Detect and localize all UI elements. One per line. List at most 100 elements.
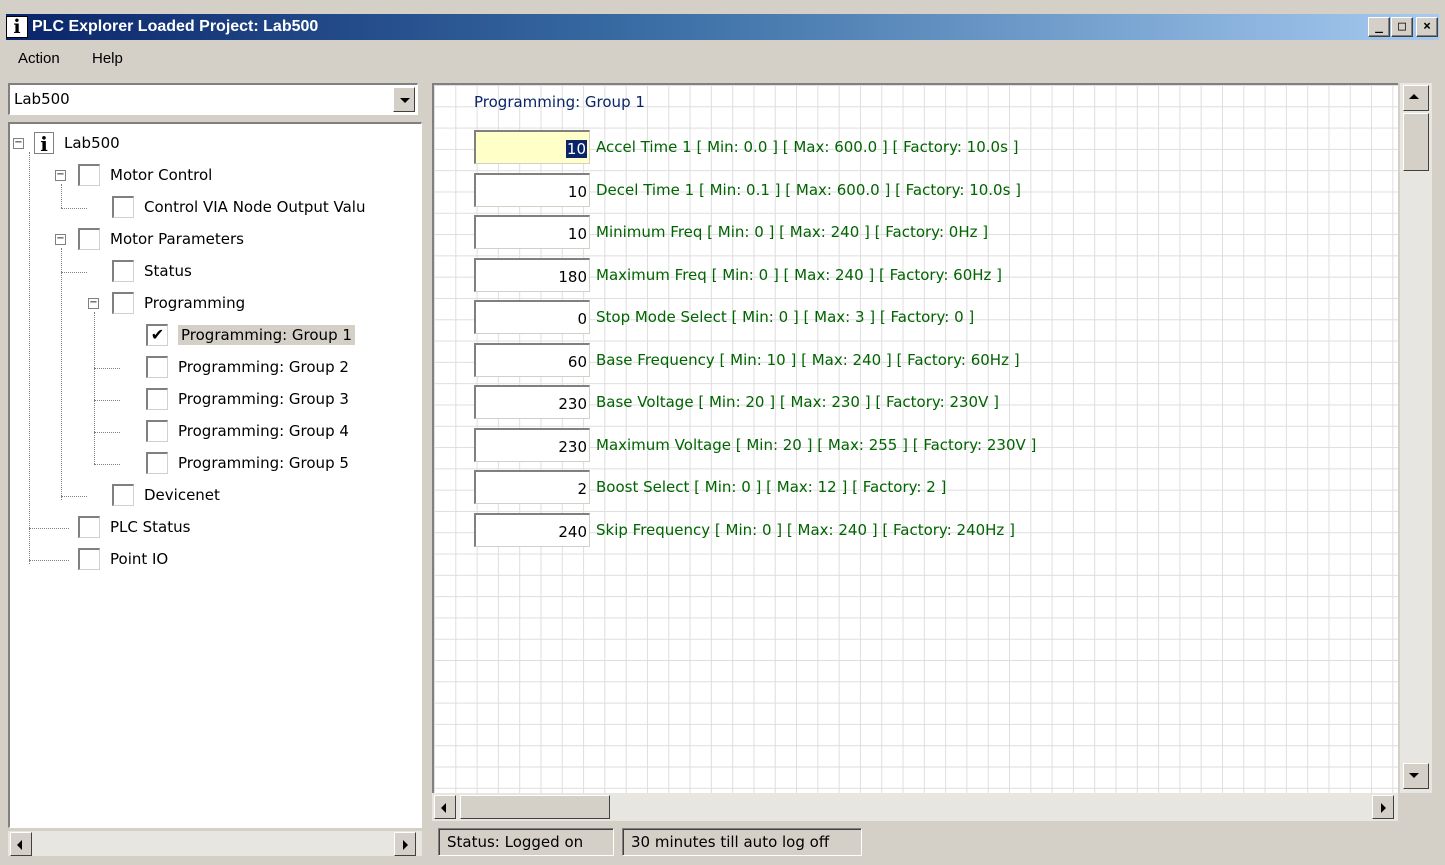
tree-item-devicenet[interactable]: Devicenet [112, 480, 220, 510]
checkbox[interactable] [146, 388, 168, 410]
decel-time-input[interactable]: 10 [474, 173, 590, 207]
tree-item-control-via-node[interactable]: Control VIA Node Output Valu [112, 192, 365, 222]
project-select[interactable]: Lab500 [8, 83, 418, 115]
checkbox[interactable] [78, 228, 100, 250]
checkbox[interactable] [112, 292, 134, 314]
param-label: Maximum Voltage [ Min: 20 ] [ Max: 255 ]… [596, 436, 1037, 454]
tree-line [29, 528, 69, 529]
chevron-down-icon [400, 98, 410, 103]
param-row-accel-time: 10 Accel Time 1 [ Min: 0.0 ] [ Max: 600.… [474, 130, 1019, 164]
tree-item-status[interactable]: Status [112, 256, 192, 286]
scroll-up-button[interactable] [1403, 85, 1429, 111]
tree-item-lab500[interactable]: i Lab500 [34, 128, 120, 158]
param-label: Base Voltage [ Min: 20 ] [ Max: 230 ] [ … [596, 393, 999, 411]
collapse-icon[interactable]: − [55, 234, 66, 245]
vertical-scroll-thumb[interactable] [1403, 113, 1429, 171]
tree-item-label: Motor Control [110, 166, 213, 184]
tree-item-programming[interactable]: Programming [112, 288, 245, 318]
param-row-maximum-freq: 180 Maximum Freq [ Min: 0 ] [ Max: 240 ]… [474, 258, 1002, 292]
checkbox[interactable] [112, 484, 134, 506]
arrow-down-icon [1409, 773, 1419, 778]
scroll-right-button[interactable] [394, 832, 416, 856]
menu-help[interactable]: Help [92, 50, 123, 67]
tree-item-programming-group-1[interactable]: ✔ Programming: Group 1 [146, 320, 355, 350]
param-label: Maximum Freq [ Min: 0 ] [ Max: 240 ] [ F… [596, 266, 1003, 284]
horizontal-scroll-thumb[interactable] [460, 795, 610, 819]
param-row-boost-select: 2 Boost Select [ Min: 0 ] [ Max: 12 ] [ … [474, 470, 946, 504]
arrow-left-icon [17, 840, 22, 850]
param-label: Accel Time 1 [ Min: 0.0 ] [ Max: 600.0 ]… [596, 138, 1019, 156]
scroll-right-button[interactable] [1372, 795, 1394, 819]
checkbox[interactable] [112, 196, 134, 218]
tree-item-label: Programming: Group 2 [178, 358, 349, 376]
checkbox[interactable] [78, 164, 100, 186]
menu-action[interactable]: Action [18, 50, 60, 67]
param-row-decel-time: 10 Decel Time 1 [ Min: 0.1 ] [ Max: 600.… [474, 173, 1021, 207]
tree-item-plc-status[interactable]: PLC Status [78, 512, 190, 542]
scroll-down-button[interactable] [1403, 763, 1429, 789]
tree-item-motor-parameters[interactable]: Motor Parameters [78, 224, 244, 254]
maximum-voltage-input[interactable]: 230 [474, 428, 590, 462]
param-row-maximum-voltage: 230 Maximum Voltage [ Min: 20 ] [ Max: 2… [474, 428, 1036, 462]
status-login: Status: Logged on [438, 828, 614, 856]
tree-item-label: Programming: Group 5 [178, 454, 349, 472]
boost-select-input[interactable]: 2 [474, 470, 590, 504]
tree-item-programming-group-4[interactable]: Programming: Group 4 [146, 416, 349, 446]
param-row-stop-mode: 0 Stop Mode Select [ Min: 0 ] [ Max: 3 ]… [474, 300, 974, 334]
project-select-dropdown-button[interactable] [393, 87, 415, 112]
horizontal-scrollbar[interactable] [432, 793, 1398, 821]
group-title: Programming: Group 1 [474, 93, 645, 111]
checkbox[interactable] [112, 260, 134, 282]
scroll-left-button[interactable] [434, 795, 456, 819]
checkbox[interactable] [146, 452, 168, 474]
app-icon: i [6, 16, 28, 38]
tree-item-point-io[interactable]: Point IO [78, 544, 168, 574]
checkbox[interactable] [146, 356, 168, 378]
tree-item-label: Programming [144, 294, 246, 312]
tree-item-programming-group-3[interactable]: Programming: Group 3 [146, 384, 349, 414]
tree-item-programming-group-2[interactable]: Programming: Group 2 [146, 352, 349, 382]
checkbox[interactable] [146, 420, 168, 442]
tree-item-label: Motor Parameters [110, 230, 244, 248]
param-row-base-voltage: 230 Base Voltage [ Min: 20 ] [ Max: 230 … [474, 385, 999, 419]
param-label: Minimum Freq [ Min: 0 ] [ Max: 240 ] [ F… [596, 223, 989, 241]
parameter-panel: Programming: Group 1 10 Accel Time 1 [ M… [432, 83, 1398, 793]
param-row-minimum-freq: 10 Minimum Freq [ Min: 0 ] [ Max: 240 ] … [474, 215, 988, 249]
project-tree[interactable]: − − − − i Lab500 Motor Control Control V… [8, 122, 422, 828]
tree-item-label: Control VIA Node Output Valu [144, 198, 366, 216]
title-bar: i PLC Explorer Loaded Project: Lab500 _ … [0, 0, 1445, 40]
minimize-button[interactable]: _ [1368, 17, 1390, 37]
base-voltage-input[interactable]: 230 [474, 385, 590, 419]
vertical-scrollbar[interactable] [1400, 83, 1432, 793]
tree-line [61, 184, 62, 208]
tree-item-programming-group-5[interactable]: Programming: Group 5 [146, 448, 349, 478]
checkbox[interactable] [78, 516, 100, 538]
accel-time-input[interactable]: 10 [474, 130, 590, 164]
tree-item-label: Lab500 [64, 134, 120, 152]
maximize-button[interactable]: □ [1391, 17, 1413, 37]
tree-item-label: Programming: Group 4 [178, 422, 349, 440]
tree-line [61, 272, 87, 273]
skip-frequency-input[interactable]: 240 [474, 513, 590, 547]
checkbox-checked[interactable]: ✔ [146, 324, 168, 346]
menu-bar: Action Help [0, 42, 1445, 72]
param-label: Skip Frequency [ Min: 0 ] [ Max: 240 ] [… [596, 521, 1015, 539]
close-button[interactable]: × [1416, 17, 1438, 37]
tree-horizontal-scrollbar[interactable] [8, 830, 422, 856]
arrow-right-icon [403, 840, 408, 850]
param-row-skip-frequency: 240 Skip Frequency [ Min: 0 ] [ Max: 240… [474, 513, 1015, 547]
maximum-freq-input[interactable]: 180 [474, 258, 590, 292]
tree-item-motor-control[interactable]: Motor Control [78, 160, 212, 190]
scroll-left-button[interactable] [10, 832, 32, 856]
checkbox[interactable] [78, 548, 100, 570]
base-frequency-input[interactable]: 60 [474, 343, 590, 377]
stop-mode-input[interactable]: 0 [474, 300, 590, 334]
collapse-icon[interactable]: − [88, 298, 99, 309]
status-bar: Status: Logged on 30 minutes till auto l… [432, 826, 1437, 858]
minimum-freq-input[interactable]: 10 [474, 215, 590, 249]
collapse-icon[interactable]: − [13, 138, 24, 149]
collapse-icon[interactable]: − [55, 170, 66, 181]
tree-line [94, 400, 120, 401]
tree-line [61, 496, 87, 497]
arrow-up-icon [1409, 94, 1419, 99]
